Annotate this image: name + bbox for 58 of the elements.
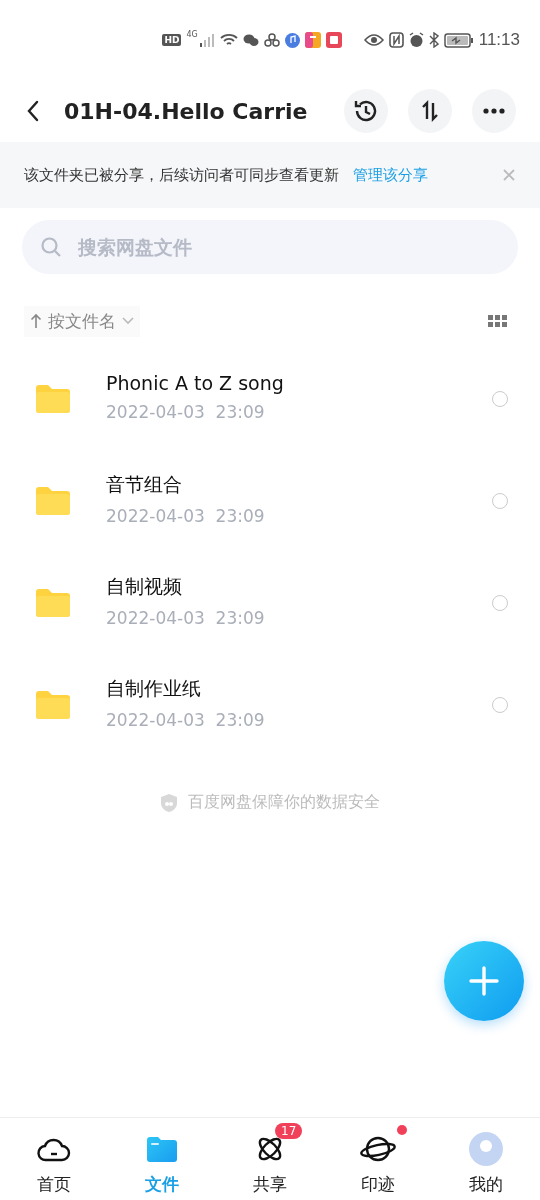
shield-icon <box>160 792 178 813</box>
nav-tab[interactable]: 印迹 <box>324 1118 432 1200</box>
book-app-icon <box>325 32 342 48</box>
bluetooth-icon <box>428 32 439 48</box>
folder-icon <box>147 1136 177 1162</box>
battery-icon <box>443 32 474 48</box>
folder-icon <box>36 385 70 413</box>
add-button[interactable] <box>444 941 524 1021</box>
folder-icon <box>36 691 70 719</box>
file-name: 自制作业纸 <box>106 676 202 701</box>
eye-icon <box>363 33 384 47</box>
clock: 11:13 <box>478 30 520 50</box>
file-name: Phonic A to Z song <box>106 372 285 394</box>
security-note: 百度网盘保障你的数据安全 <box>188 792 380 813</box>
avatar-icon <box>469 1132 503 1166</box>
file-name: 音节组合 <box>106 472 183 497</box>
grid-view-icon[interactable] <box>488 315 508 327</box>
network-type: 4G <box>186 30 198 39</box>
plus-icon <box>469 966 499 996</box>
banner-text: 该文件夹已被分享，后续访问者可同步查看更新 <box>24 165 339 185</box>
search-icon <box>40 236 62 258</box>
file-row[interactable]: 自制视频 2022-04-03 23:09 <box>0 552 540 654</box>
folder-icon <box>36 487 70 515</box>
close-icon[interactable] <box>502 168 516 182</box>
signal-icon <box>198 33 215 47</box>
more-icon <box>483 108 505 114</box>
file-date: 2022-04-03 23:09 <box>106 402 266 422</box>
file-date: 2022-04-03 23:09 <box>106 710 266 730</box>
nav-tab[interactable]: 我的 <box>432 1118 540 1200</box>
file-row[interactable]: 自制作业纸 2022-04-03 23:09 <box>0 654 540 756</box>
sort-button[interactable]: 按文件名 <box>24 305 140 337</box>
more-button[interactable] <box>472 89 516 133</box>
folder-icon <box>36 589 70 617</box>
file-row[interactable]: 音节组合 2022-04-03 23:09 <box>0 450 540 552</box>
nfc-icon <box>388 32 404 48</box>
up-arrow-icon <box>30 313 42 329</box>
alarm-icon <box>408 32 424 48</box>
file-date: 2022-04-03 23:09 <box>106 506 266 526</box>
wifi-icon <box>219 33 238 47</box>
app-icon <box>263 33 280 47</box>
back-icon[interactable] <box>26 100 40 122</box>
history-button[interactable] <box>344 89 388 133</box>
file-row[interactable]: Phonic A to Z song 2022-04-03 23:09 <box>0 348 540 450</box>
history-icon <box>353 98 379 124</box>
nav-tab[interactable]: 17 共享 <box>216 1118 324 1200</box>
count-badge: 17 <box>275 1123 303 1139</box>
music-app-icon <box>284 32 300 48</box>
app-icon <box>304 32 321 48</box>
folder-title: 01H-04.Hello Carrie <box>64 98 309 124</box>
file-name: 自制视频 <box>106 574 183 599</box>
search-field[interactable]: 搜索网盘文件 <box>22 220 518 274</box>
chat-icon <box>242 33 259 47</box>
transfer-button[interactable] <box>408 89 452 133</box>
chevron-down-icon <box>122 317 134 325</box>
nav-tab[interactable]: 首页 <box>0 1118 108 1200</box>
planet-icon <box>359 1134 397 1164</box>
file-date: 2022-04-03 23:09 <box>106 608 266 628</box>
hd-badge: HD <box>162 34 182 46</box>
